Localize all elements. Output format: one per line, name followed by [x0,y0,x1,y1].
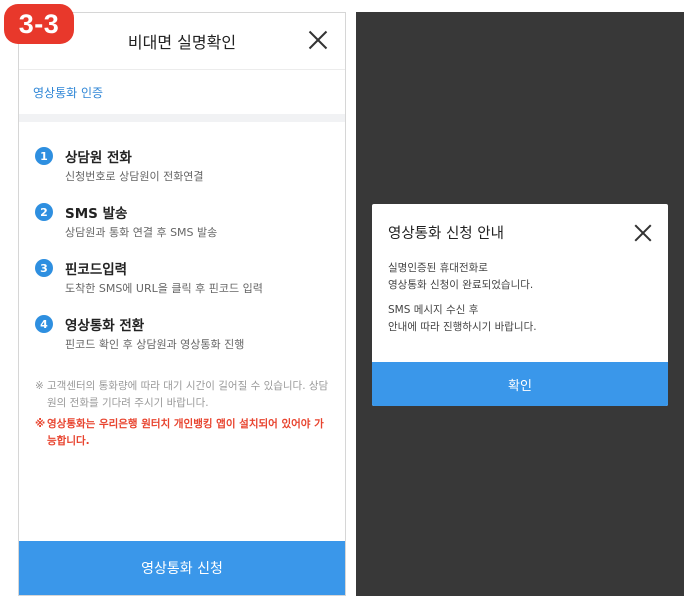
close-icon[interactable] [632,222,654,244]
note-mark-icon: ※ [35,380,44,392]
step-title: SMS 발송 [65,206,128,222]
warning-note-text: 영상통화는 우리은행 원터치 개인뱅킹 앱이 설치되어 있어야 가능합니다. [47,418,324,447]
step-description: 상담원과 통화 연결 후 SMS 발송 [65,226,218,239]
list-item: 3 핀코드입력 도착한 SMS에 URL을 클릭 후 핀코드 입력 [35,258,345,296]
section-label: 영상통화 인증 [19,70,345,122]
modal-overlay: 영상통화 신청 안내 실명인증된 휴대전화로 영상통화 신청이 완료되었습니다.… [356,12,684,596]
warning-note: ※ 영상통화는 우리은행 원터치 개인뱅킹 앱이 설치되어 있어야 가능합니다. [35,416,329,450]
step-number-icon: 3 [35,259,53,277]
note-mark-icon: ※ [35,418,46,430]
dialog-message: 실명인증된 휴대전화로 영상통화 신청이 완료되었습니다. [388,260,652,294]
dialog-header: 영상통화 신청 안내 [372,204,668,260]
step-description: 핀코드 확인 후 상담원과 영상통화 진행 [65,338,245,351]
step-number-icon: 2 [35,203,53,221]
dialog-line: 영상통화 신청이 완료되었습니다. [388,279,534,291]
confirm-button[interactable]: 확인 [372,362,668,406]
step-list: 1 상담원 전화 신청번호로 상담원이 전화연결 2 SMS 발송 상담원과 통… [19,122,345,352]
apply-video-call-button[interactable]: 영상통화 신청 [19,541,345,595]
dialog-message: SMS 메시지 수신 후 안내에 따라 진행하시기 바랍니다. [388,302,652,336]
verification-screen: 비대면 실명확인 영상통화 인증 1 상담원 전화 신청번호로 상담원이 전화연… [18,12,346,596]
step-number-icon: 4 [35,315,53,333]
dialog-line: 안내에 따라 진행하시기 바랍니다. [388,321,537,333]
close-icon[interactable] [305,27,331,53]
dialog-title: 영상통화 신청 안내 [388,225,504,242]
page-title: 비대면 실명확인 [127,33,237,52]
info-note-text: 고객센터의 통화량에 따라 대기 시간이 길어질 수 있습니다. 상담원의 전화… [47,380,329,409]
step-description: 신청번호로 상담원이 전화연결 [65,170,204,183]
info-note: ※ 고객센터의 통화량에 따라 대기 시간이 길어질 수 있습니다. 상담원의 … [35,378,329,412]
step-title: 상담원 전화 [65,150,132,166]
list-item: 2 SMS 발송 상담원과 통화 연결 후 SMS 발송 [35,202,345,240]
list-item: 4 영상통화 전환 핀코드 확인 후 상담원과 영상통화 진행 [35,314,345,352]
dialog-body: 실명인증된 휴대전화로 영상통화 신청이 완료되었습니다. SMS 메시지 수신… [372,260,668,336]
dialog-line: SMS 메시지 수신 후 [388,304,479,316]
step-title: 핀코드입력 [65,262,128,278]
notice-block: ※ 고객센터의 통화량에 따라 대기 시간이 길어질 수 있습니다. 상담원의 … [19,370,345,450]
step-number-icon: 1 [35,147,53,165]
step-badge: 3-3 [4,4,74,44]
list-item: 1 상담원 전화 신청번호로 상담원이 전화연결 [35,146,345,184]
step-title: 영상통화 전환 [65,318,145,334]
dialog-line: 실명인증된 휴대전화로 [388,262,488,274]
step-description: 도착한 SMS에 URL을 클릭 후 핀코드 입력 [65,282,263,295]
notice-dialog: 영상통화 신청 안내 실명인증된 휴대전화로 영상통화 신청이 완료되었습니다.… [372,204,668,406]
